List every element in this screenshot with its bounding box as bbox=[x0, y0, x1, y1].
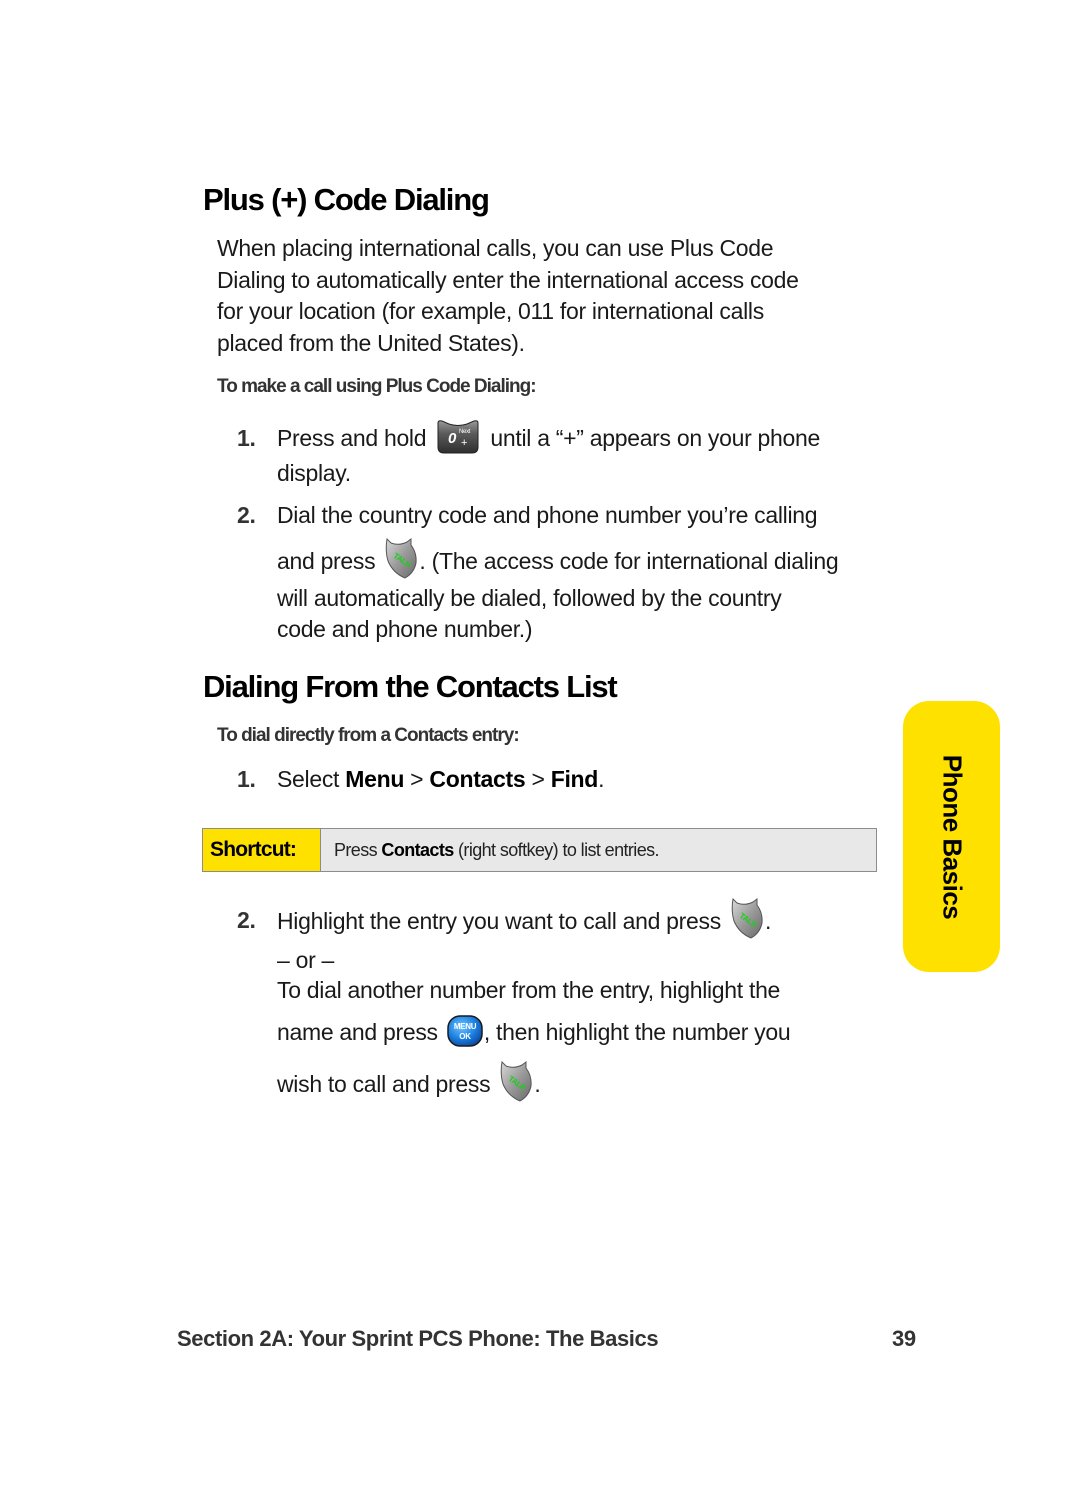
menu-path-menu: Menu bbox=[345, 766, 405, 792]
shortcut-label: Shortcut: bbox=[203, 829, 321, 871]
zero-key-next: Next bbox=[459, 429, 471, 435]
shortcut-text: Press bbox=[334, 839, 382, 860]
intro-line: Dialing to automatically enter the inter… bbox=[217, 266, 799, 293]
talk-key-icon: TALK bbox=[386, 537, 418, 579]
chapter-side-tab: Phone Basics bbox=[903, 701, 1000, 972]
shortcut-content: Press Contacts (right softkey) to list e… bbox=[321, 829, 876, 871]
intro-line: for your location (for example, 011 for … bbox=[217, 298, 764, 324]
zero-next-plus-key-icon: 0 Next + bbox=[437, 420, 479, 454]
intro-line: When placing international calls, you ca… bbox=[217, 235, 774, 261]
step-line: Highlight the entry you want to call and… bbox=[277, 897, 772, 939]
section-heading-dialing-from-contacts: Dialing From the Contacts List bbox=[203, 669, 618, 704]
plus-code-step-1: 1. Press and hold 0 Next + until a “+” a… bbox=[237, 420, 897, 493]
step-line: code and phone number.) bbox=[277, 616, 533, 642]
section-heading-plus-code-dialing: Plus (+) Code Dialing bbox=[203, 182, 490, 217]
step-line: wish to call and press TALK . bbox=[277, 1060, 541, 1102]
talk-key-icon: TALK bbox=[731, 897, 763, 939]
menu-key-label: MENU bbox=[454, 1022, 477, 1031]
step-text: until a “+” appears on your phone bbox=[490, 425, 820, 452]
step-line: Dial the country code and phone number y… bbox=[277, 502, 818, 528]
step-line: Press and hold 0 Next + until a “+” appe… bbox=[277, 420, 820, 455]
step-text: . (The access code for international dia… bbox=[419, 548, 839, 575]
menu-path-find: Find bbox=[550, 766, 599, 792]
step-text: . bbox=[534, 1071, 541, 1098]
zero-key-digit: 0 bbox=[448, 430, 457, 447]
step-number: 1. bbox=[237, 425, 256, 451]
step-text: , then highlight the number you bbox=[483, 1019, 791, 1045]
shortcut-keyword: Contacts bbox=[381, 839, 454, 860]
page-number: 39 bbox=[892, 1326, 916, 1351]
zero-key-plus: + bbox=[461, 437, 467, 449]
shortcut-box: Shortcut: Press Contacts (right softkey)… bbox=[202, 828, 877, 872]
plus-code-step-2: 2. Dial the country code and phone numbe… bbox=[237, 500, 897, 650]
step-text: name and press bbox=[277, 1019, 438, 1045]
footer-section-title: Section 2A: Your Sprint PCS Phone: The B… bbox=[177, 1326, 659, 1351]
step-number: 1. bbox=[237, 766, 256, 792]
contacts-step-2: 2. Highlight the entry you want to call … bbox=[237, 897, 897, 1110]
subheading-dial-from-contacts: To dial directly from a Contacts entry: bbox=[217, 725, 520, 746]
step-text: Select bbox=[277, 766, 346, 792]
subheading-make-call: To make a call using Plus Code Dialing: bbox=[217, 376, 537, 397]
step-text: and press bbox=[277, 548, 376, 575]
side-tab-label: Phone Basics bbox=[937, 754, 967, 919]
step-line: will automatically be dialed, followed b… bbox=[277, 585, 782, 611]
step-number: 2. bbox=[237, 907, 256, 933]
contacts-step-1: 1. Select Menu > Contacts > Find. bbox=[237, 764, 897, 798]
step-text: Press and hold bbox=[277, 425, 427, 452]
step-line: To dial another number from the entry, h… bbox=[277, 977, 781, 1003]
step-line: name and press MENU OK , then highlight … bbox=[277, 1015, 791, 1048]
step-text: . bbox=[598, 766, 605, 792]
or-separator: – or – bbox=[277, 947, 335, 973]
step-line: and press TALK . (The access code for in… bbox=[277, 537, 839, 579]
menu-path-contacts: Contacts bbox=[429, 766, 526, 792]
step-line: Select Menu > Contacts > Find. bbox=[277, 766, 604, 793]
path-separator: > bbox=[525, 766, 551, 792]
ok-key-label: OK bbox=[459, 1032, 471, 1041]
shortcut-text: (right softkey) to list entries. bbox=[453, 839, 659, 860]
step-text: wish to call and press bbox=[277, 1071, 491, 1098]
step-line: display. bbox=[277, 460, 351, 486]
plus-code-intro: When placing international calls, you ca… bbox=[217, 233, 897, 359]
step-number: 2. bbox=[237, 502, 256, 528]
talk-key-icon: TALK bbox=[501, 1060, 533, 1102]
step-text: . bbox=[765, 908, 772, 935]
path-separator: > bbox=[404, 766, 430, 792]
menu-ok-key-icon: MENU OK bbox=[447, 1015, 483, 1047]
intro-line: placed from the United States). bbox=[217, 329, 525, 356]
step-text: Highlight the entry you want to call and… bbox=[277, 908, 721, 935]
